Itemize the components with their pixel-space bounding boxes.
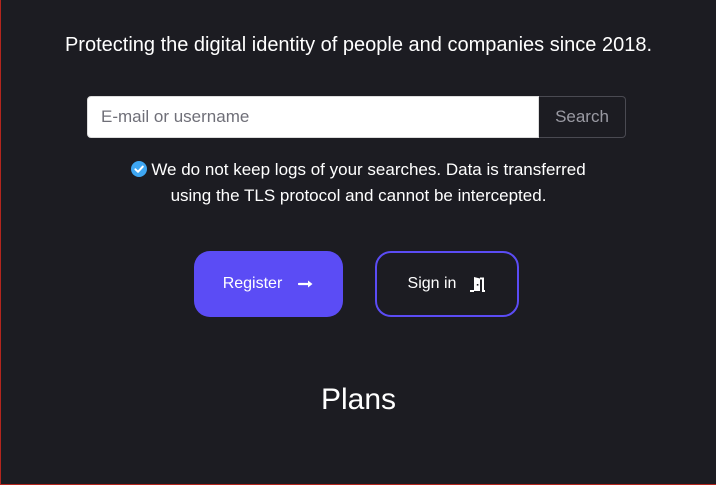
privacy-notice-line-1: We do not keep logs of your searches. Da… <box>131 160 586 179</box>
sign-in-button-label: Sign in <box>407 275 457 292</box>
register-button-label: Register <box>222 275 283 292</box>
privacy-notice: We do not keep logs of your searches. Da… <box>1 157 716 209</box>
check-circle-icon <box>131 161 148 177</box>
tagline: Protecting the digital identity of peopl… <box>64 34 653 56</box>
sign-in-button[interactable]: Sign in <box>375 251 519 317</box>
arrow-right-icon <box>298 280 313 288</box>
plans-heading: Plans <box>320 383 397 416</box>
search-input[interactable] <box>87 96 539 138</box>
search-group: Search <box>87 96 626 138</box>
register-button[interactable]: Register <box>194 251 343 317</box>
privacy-notice-text-1: We do not keep logs of your searches. Da… <box>151 160 586 179</box>
privacy-notice-text-2: using the TLS protocol and cannot be int… <box>170 186 547 205</box>
door-enter-icon <box>470 277 486 292</box>
search-button[interactable]: Search <box>539 96 626 138</box>
